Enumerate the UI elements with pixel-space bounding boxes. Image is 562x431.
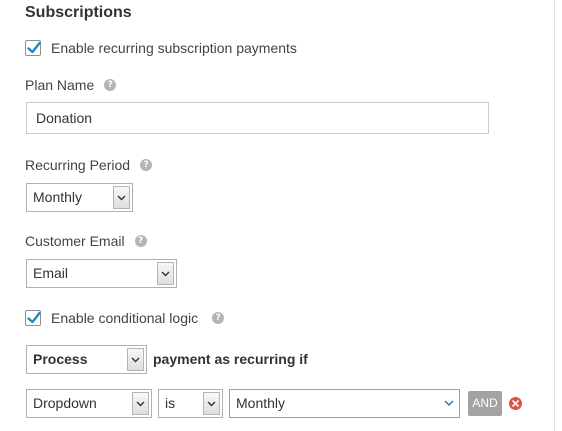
rule-field-value: Dropdown [33,395,97,411]
chevron-down-icon[interactable] [157,262,174,285]
recurring-period-label: Recurring Period [25,157,131,173]
recurring-period-value: Monthly [33,189,83,205]
rule-operator-select[interactable]: is [158,389,223,418]
add-and-rule-button[interactable]: AND [468,391,502,416]
conditional-action-select[interactable]: Process [26,345,147,374]
chevron-down-icon[interactable] [440,392,457,415]
rule-value-value: Monthly [236,395,286,411]
customer-email-value: Email [33,265,69,281]
enable-recurring-checkbox[interactable] [25,40,41,56]
enable-conditional-row[interactable]: Enable conditional logic ? [25,308,225,328]
rule-field-select[interactable]: Dropdown [26,389,152,418]
conditional-action-suffix: payment as recurring if [153,351,308,367]
enable-conditional-label: Enable conditional logic [51,310,199,326]
recurring-period-label-row: Recurring Period ? [25,156,153,174]
question-circle-icon[interactable]: ? [134,235,147,247]
customer-email-label: Customer Email [25,233,125,249]
chevron-down-icon[interactable] [203,392,220,415]
chevron-down-icon[interactable] [113,186,130,209]
question-circle-icon[interactable]: ? [140,159,153,171]
enable-recurring-row[interactable]: Enable recurring subscription payments [25,38,297,58]
rule-value-select[interactable]: Monthly [229,389,460,418]
conditional-action-value: Process [33,351,88,367]
enable-recurring-label: Enable recurring subscription payments [51,40,297,56]
question-circle-icon[interactable]: ? [104,79,117,91]
chevron-down-icon[interactable] [132,392,149,415]
enable-conditional-checkbox[interactable] [25,310,41,326]
customer-email-select[interactable]: Email [26,259,177,288]
customer-email-label-row: Customer Email ? [25,232,147,250]
plan-name-input[interactable]: Donation [26,102,489,134]
subscriptions-panel: Subscriptions Enable recurring subscript… [0,0,555,431]
section-title: Subscriptions [25,4,132,21]
recurring-period-select[interactable]: Monthly [26,183,133,212]
checkmark-icon [27,41,41,54]
checkmark-icon [27,311,41,324]
plan-name-label: Plan Name [25,77,95,93]
close-circle-icon[interactable] [509,397,522,410]
rule-operator-value: is [165,395,176,411]
plan-name-label-row: Plan Name ? [25,76,117,94]
chevron-down-icon[interactable] [127,348,144,371]
question-circle-icon[interactable]: ? [212,312,225,324]
